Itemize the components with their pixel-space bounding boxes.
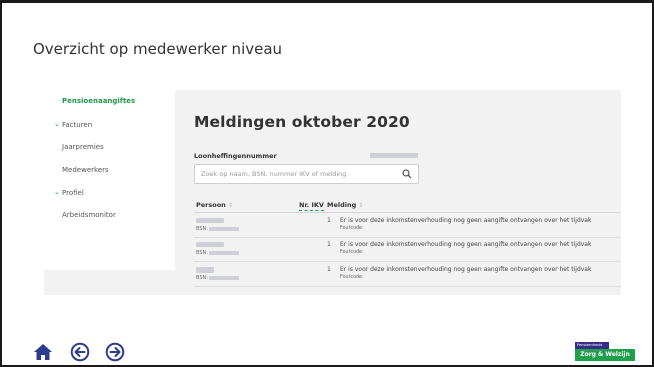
sidebar-item-label: Facturen: [62, 121, 93, 129]
column-header-melding[interactable]: Melding ⇕: [327, 201, 363, 209]
row-divider: [194, 261, 621, 262]
logo-top-text: Pensioenfonds: [575, 342, 609, 349]
search-box: [194, 164, 419, 184]
ikv-value: 1: [327, 241, 331, 248]
sort-icon: ⇕: [358, 202, 364, 209]
bsn-label: BSN:: [196, 226, 208, 232]
sidebar-item-medewerkers[interactable]: Medewerkers: [62, 166, 109, 174]
sidebar-item-label: Arbeidsmonitor: [62, 211, 116, 219]
melding-text: Er is voor deze inkomstenverhouding nog …: [340, 217, 592, 224]
logo-main-text: Zorg & Welzijn: [575, 349, 635, 361]
chevron-down-icon: ⌄: [54, 120, 60, 128]
table-row[interactable]: BSN: 1 Er is voor deze inkomstenverhoudi…: [194, 214, 621, 238]
row-divider: [194, 286, 621, 287]
melding-text: Er is voor deze inkomstenverhouding nog …: [340, 266, 592, 273]
redacted-loonheffingennummer: [370, 153, 418, 158]
redacted-name: [196, 242, 224, 247]
sidebar-item-jaarpremies[interactable]: Jaarpremies: [62, 143, 104, 151]
sidebar-item-label: Jaarpremies: [62, 143, 104, 151]
table-row[interactable]: BSN: 1 Er is voor deze inkomstenverhoudi…: [194, 238, 621, 262]
sidebar-item-facturen[interactable]: ⌄ Facturen: [54, 120, 93, 129]
sidebar-item-label: Pensioenaangiftes: [62, 97, 136, 105]
redacted-name: [196, 267, 214, 273]
sort-icon: ⇕: [227, 202, 233, 209]
ikv-value: 1: [327, 266, 331, 273]
redacted-name: [196, 218, 224, 223]
sidebar-item-label: Medewerkers: [62, 166, 109, 174]
ikv-value: 1: [327, 217, 331, 224]
sidebar-item-label: Profiel: [62, 189, 84, 197]
back-arrow-icon[interactable]: [70, 342, 90, 362]
sidebar-item-profiel[interactable]: ⌄ Profiel: [54, 188, 84, 197]
slide-title: Overzicht op medewerker niveau: [33, 40, 283, 58]
search-icon[interactable]: [402, 169, 412, 179]
bsn-label: BSN:: [196, 250, 208, 256]
sidebar-item-arbeidsmonitor[interactable]: Arbeidsmonitor: [62, 211, 116, 219]
chevron-down-icon: ⌄: [54, 188, 60, 196]
redacted-bsn: [209, 276, 239, 280]
sidebar-item-pensioenaangiftes[interactable]: Pensioenaangiftes: [62, 97, 135, 105]
sidebar: Pensioenaangiftes ⌄ Facturen Jaarpremies…: [44, 90, 175, 270]
table-header-divider: [194, 212, 621, 213]
melding-text: Er is voor deze inkomstenverhouding nog …: [340, 241, 592, 248]
table-row[interactable]: BSN: 1 Er is voor deze inkomstenverhoudi…: [194, 263, 621, 287]
foutcode-label: Foutcode:: [340, 226, 364, 231]
foutcode-label: Foutcode:: [340, 275, 364, 280]
column-header-nr-ikv[interactable]: Nr. IKV: [299, 201, 324, 211]
bsn-label: BSN:: [196, 275, 208, 281]
loonheffingennummer-label: Loonheffingennummer: [194, 152, 277, 160]
redacted-bsn: [209, 227, 239, 231]
column-header-persoon[interactable]: Persoon ⇕: [196, 201, 233, 209]
page-title: Meldingen oktober 2020: [194, 113, 410, 131]
home-icon[interactable]: [33, 342, 53, 362]
forward-arrow-icon[interactable]: [105, 342, 125, 362]
redacted-bsn: [209, 251, 239, 255]
pfzw-logo: Pensioenfonds Zorg & Welzijn: [575, 342, 635, 362]
search-input[interactable]: [201, 168, 391, 180]
foutcode-label: Foutcode:: [340, 250, 364, 255]
